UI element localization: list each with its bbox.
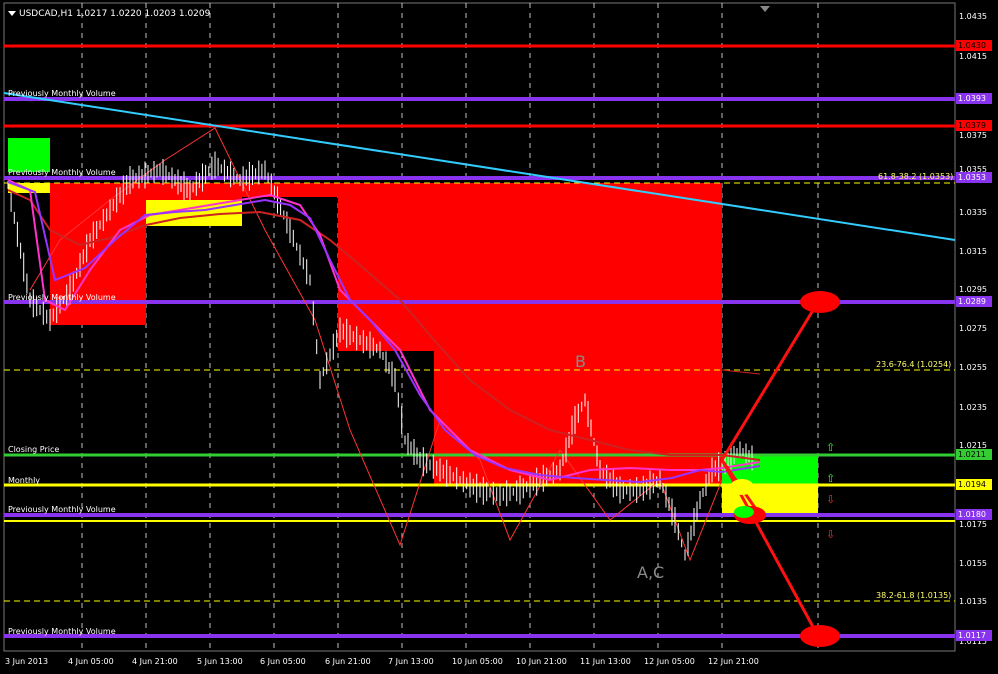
time-tick: 7 Jun 13:00 <box>388 657 434 666</box>
zones <box>8 138 818 514</box>
time-tick: 12 Jun 05:00 <box>644 657 695 666</box>
price-label-purple: 1.0117 <box>956 630 992 641</box>
label-pmv-2: Previously Monthly Volume <box>8 168 116 177</box>
projection-up <box>720 301 820 461</box>
time-tick: 6 Jun 21:00 <box>325 657 371 666</box>
price-label-red: 1.0430 <box>956 40 992 51</box>
price-label-yellow: 1.0194 <box>956 479 992 490</box>
price-label-green: 1.0211 <box>956 449 992 460</box>
arrow-up-icon: ⇧ <box>826 441 835 454</box>
time-tick: 12 Jun 21:00 <box>708 657 759 666</box>
time-tick: 10 Jun 05:00 <box>452 657 503 666</box>
price-tick: 1.0315 <box>959 247 987 256</box>
price-tick: 1.0255 <box>959 363 987 372</box>
shift-marker-icon <box>760 6 770 12</box>
time-tick: 4 Jun 05:00 <box>68 657 114 666</box>
label-closing-price: Closing Price <box>8 445 60 454</box>
price-tick: 1.0375 <box>959 131 987 140</box>
zone-red-4 <box>338 183 434 351</box>
price-label-purple: 1.0180 <box>956 509 992 520</box>
zone-red-5 <box>434 183 722 485</box>
price-label-purple: 1.0393 <box>956 93 992 104</box>
fib-label-mid: 23.6-76.4 (1.0254) <box>876 360 952 369</box>
chart-title: USDCAD,H1 1.0217 1.0220 1.0203 1.0209 <box>8 9 210 19</box>
price-tick: 1.0295 <box>959 285 987 294</box>
price-tick: 1.0435 <box>959 12 987 21</box>
time-tick: 3 Jun 2013 <box>5 657 49 666</box>
time-tick: 4 Jun 21:00 <box>132 657 178 666</box>
price-tick: 1.0175 <box>959 520 987 529</box>
label-pmv-4: Previously Monthly Volume <box>8 505 116 514</box>
projection-short <box>721 369 761 375</box>
label-monthly: Monthly <box>8 476 41 485</box>
label-pmv-5: Previously Monthly Volume <box>8 627 116 636</box>
zone-green-0 <box>8 138 50 172</box>
price-tick: 1.0275 <box>959 324 987 333</box>
price-tick: 1.0155 <box>959 559 987 568</box>
arrow-down-icon: ⇩ <box>826 528 835 541</box>
price-label-purple: 1.0289 <box>956 296 992 307</box>
price-label-red: 1.0379 <box>956 120 992 131</box>
zone-red-3 <box>242 183 338 197</box>
time-tick: 10 Jun 21:00 <box>516 657 567 666</box>
arrow-down-icon: ⇩ <box>826 493 835 506</box>
wave-label-ac: A,C <box>637 563 665 582</box>
price-label-purple: 1.0353 <box>956 172 992 183</box>
label-pmv-1: Previously Monthly Volume <box>8 89 116 98</box>
price-tick: 1.0415 <box>959 52 987 61</box>
time-tick: 6 Jun 05:00 <box>260 657 306 666</box>
arrow-up-icon: ⇧ <box>826 472 835 485</box>
label-pmv-3: Previously Monthly Volume <box>8 293 116 302</box>
price-chart[interactable]: ⇧ ⇧ ⇩ ⇩ <box>0 0 998 674</box>
chart-window[interactable]: ⇧ ⇧ ⇩ ⇩ USDCAD,H1 1.0217 1.0220 1.0203 1… <box>0 0 998 674</box>
dropdown-arrow-icon[interactable] <box>8 11 16 16</box>
time-tick: 5 Jun 13:00 <box>197 657 243 666</box>
fib-label-top: 61.8-38.2 (1.0353) <box>878 172 954 181</box>
wave-label-b: B <box>575 352 586 371</box>
price-tick: 1.0335 <box>959 208 987 217</box>
target-1.0289 <box>800 291 840 313</box>
target-yellow <box>730 479 754 495</box>
target-green <box>734 506 754 518</box>
price-tick: 1.0235 <box>959 403 987 412</box>
time-tick: 11 Jun 13:00 <box>580 657 631 666</box>
zone-red-2 <box>146 183 242 200</box>
target-1.0117 <box>800 625 840 647</box>
price-tick: 1.0135 <box>959 597 987 606</box>
fib-label-low: 38.2-61.8 (1.0135) <box>876 591 952 600</box>
